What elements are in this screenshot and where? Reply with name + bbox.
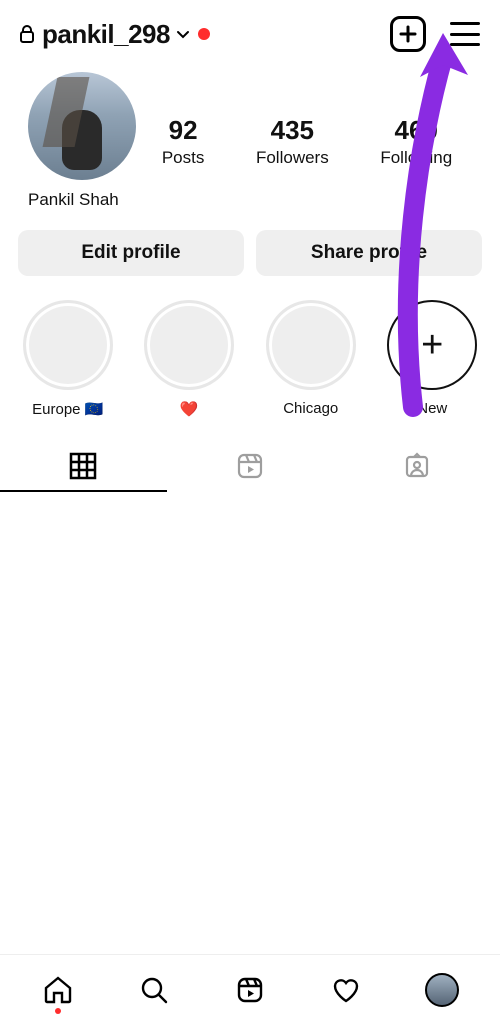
stat-followers-label: Followers <box>256 148 329 168</box>
highlight-label: Europe 🇪🇺 <box>32 400 103 418</box>
username-switcher[interactable]: pankil_298 <box>42 19 170 50</box>
menu-line-icon <box>450 43 480 46</box>
plus-icon <box>398 24 418 44</box>
highlight-cover <box>23 300 113 390</box>
hamburger-menu-button[interactable] <box>450 22 480 46</box>
nav-activity[interactable] <box>326 970 366 1010</box>
tagged-icon <box>402 451 432 481</box>
reels-icon <box>235 451 265 481</box>
lock-icon <box>18 23 36 45</box>
tab-indicator <box>0 490 167 492</box>
nav-home[interactable] <box>38 970 78 1010</box>
home-icon <box>42 974 74 1006</box>
profile-avatar[interactable] <box>28 72 136 180</box>
stat-following-label: Following <box>380 148 452 168</box>
highlight-item[interactable]: Europe 🇪🇺 <box>14 300 122 418</box>
reels-icon <box>235 975 265 1005</box>
heart-icon <box>329 973 363 1007</box>
stat-followers-count: 435 <box>256 115 329 146</box>
menu-line-icon <box>450 33 480 36</box>
highlight-item[interactable]: ❤️ <box>136 300 244 418</box>
plus-icon: + <box>421 324 443 367</box>
stat-following-count: 460 <box>380 115 452 146</box>
highlight-cover <box>266 300 356 390</box>
highlight-label: Chicago <box>283 400 338 418</box>
tab-reels[interactable] <box>167 440 334 491</box>
search-icon <box>138 974 170 1006</box>
nav-search[interactable] <box>134 970 174 1010</box>
highlight-item[interactable]: Chicago <box>257 300 365 418</box>
edit-profile-button[interactable]: Edit profile <box>18 230 244 276</box>
home-notification-dot-icon <box>55 1008 61 1014</box>
highlight-cover <box>144 300 234 390</box>
tab-tagged[interactable] <box>333 440 500 491</box>
highlight-new-button[interactable]: + New <box>379 300 487 418</box>
share-profile-button[interactable]: Share profile <box>256 230 482 276</box>
nav-avatar-icon <box>425 973 459 1007</box>
stat-followers[interactable]: 435 Followers <box>256 115 329 168</box>
create-button[interactable] <box>390 16 426 52</box>
stat-posts[interactable]: 92 Posts <box>162 115 205 168</box>
stat-posts-count: 92 <box>162 115 205 146</box>
notification-dot-icon <box>198 28 210 40</box>
nav-reels[interactable] <box>230 970 270 1010</box>
nav-profile[interactable] <box>422 970 462 1010</box>
chevron-down-icon <box>174 25 192 43</box>
highlight-new-label: New <box>417 400 447 418</box>
display-name: Pankil Shah <box>28 190 136 210</box>
highlight-label: ❤️ <box>180 400 199 418</box>
grid-icon <box>68 451 98 481</box>
stat-posts-label: Posts <box>162 148 205 168</box>
tab-grid[interactable] <box>0 440 167 491</box>
stat-following[interactable]: 460 Following <box>380 115 452 168</box>
menu-line-icon <box>450 22 480 25</box>
